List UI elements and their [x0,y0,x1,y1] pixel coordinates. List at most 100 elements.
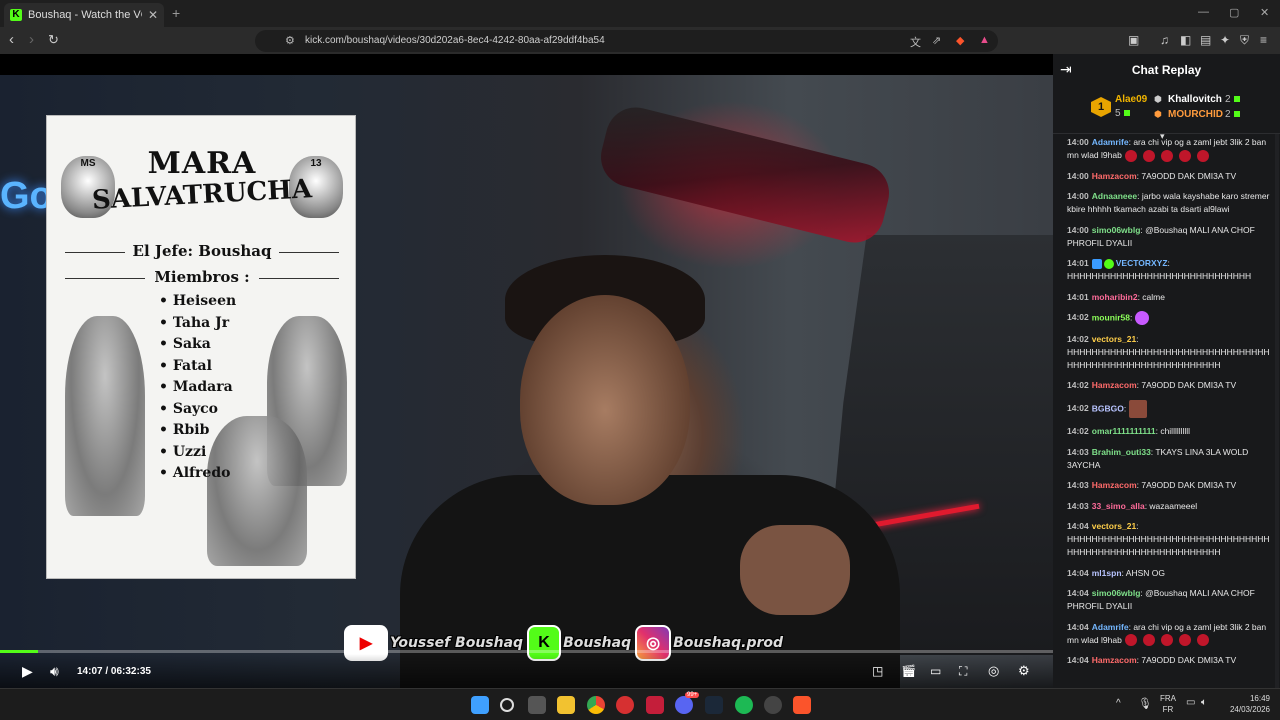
current-time: 14:07 [77,666,103,677]
video-player[interactable]: Go MS 13 MARA SALVATRUCHA El Jefe: Boush… [0,54,1053,688]
chat-header: ⇥ Chat Replay [1053,54,1280,84]
message-time: 14:02 [1067,380,1089,390]
play-icon[interactable]: ▶ [22,663,33,679]
network-icon[interactable]: ▭ [1186,697,1195,708]
miniplayer-icon[interactable]: ◳ [872,663,883,679]
message-username[interactable]: VECTORXYZ [1116,258,1168,268]
forward-icon[interactable]: › [29,32,34,48]
brave-rewards-icon[interactable]: ▲ [979,34,990,46]
address-bar[interactable]: ⚙ kick.com/boushaq/videos/30d202a6-8ec4-… [255,30,998,52]
message-username[interactable]: Adamrife [1092,622,1129,632]
wallet-icon[interactable]: ▤ [1200,33,1211,47]
settings-icon[interactable]: ⚙ [1018,663,1030,679]
speaker-icon[interactable]: 🔈︎ [1201,697,1207,708]
message-username[interactable]: Hamzacom [1092,655,1137,665]
leader-name[interactable]: Alae09 [1115,94,1147,105]
message-username[interactable]: BGBGO [1092,403,1124,413]
message-username[interactable]: Hamzacom [1092,380,1137,390]
emote-icon [1196,634,1209,647]
poster-member: Sayco [159,399,236,421]
video-progress-bar[interactable] [0,650,1053,653]
message-username[interactable]: mounir58 [1092,312,1130,322]
share-icon[interactable]: ⇗ [932,34,941,47]
language-bottom[interactable]: FR [1158,705,1178,714]
browser-tab-bar: K Boushaq - Watch the VOD on Ki ✕ + — ▢ … [0,0,1280,27]
message-text: : 7A9ODD DAK DMI3A TV [1136,655,1237,665]
menu-icon[interactable]: ≡ [1260,33,1267,47]
browser-nav-bar: ‹ › ↻ ⌑ ⚙ kick.com/boushaq/videos/30d202… [0,27,1280,54]
neon-sign: Go [0,175,53,217]
leader-name[interactable]: MOURCHID [1168,109,1223,120]
language-top[interactable]: FRA [1158,694,1178,703]
playback-speed-icon[interactable]: ◎ [988,663,999,679]
poster-member: Fatal [159,356,236,378]
message-username[interactable]: ml1spn [1092,568,1122,578]
message-time: 14:03 [1067,446,1089,457]
message-username[interactable]: omar1111111111 [1092,426,1156,436]
chat-message: 14:04 Hamzacom: 7A9ODD DAK DMI3A TV [1067,654,1272,667]
adobe-icon[interactable] [646,696,664,714]
chat-message: 14:04 ml1spn: AHSN OG [1067,567,1272,580]
clip-icon[interactable]: 🎬︎ [901,663,916,679]
clock-date[interactable]: 24/03/2026 [1220,705,1270,714]
message-username[interactable]: Adnaaneee [1092,191,1137,201]
search-icon[interactable] [500,698,514,712]
clock-time[interactable]: 16:49 [1220,694,1270,703]
kick-handle: Boushaq [563,635,632,651]
message-username[interactable]: moharibin2 [1092,292,1138,302]
chat-message: 14:00 Adnaaneee: jarbo wala kayshabe karo… [1067,190,1272,216]
spotify-icon[interactable] [735,696,753,714]
vpn-icon[interactable]: ⛨ [1240,33,1249,48]
chat-message: 14:02 vectors_21: HHHHHHHHHHHHHHHHHHHHHHH… [1067,333,1272,372]
maximize-icon[interactable]: ▢ [1229,6,1239,19]
opera-icon[interactable] [616,696,634,714]
message-username[interactable]: simo06wblg [1092,588,1141,598]
task-view-icon[interactable] [528,696,546,714]
media-icon[interactable]: ♫ [1160,33,1169,47]
message-username[interactable]: Hamzacom [1092,480,1137,490]
split-view-icon[interactable]: ◧ [1180,33,1191,47]
reload-icon[interactable]: ↻ [48,32,59,48]
theater-mode-icon[interactable]: ▭ [930,663,941,679]
fullscreen-icon[interactable]: ⛶ [959,663,967,679]
chat-message: 14:01 VECTORXYZ: HHHHHHHHHHHHHHHHHHHHHHHH… [1067,257,1272,283]
chrome-icon[interactable] [587,696,605,714]
obs-icon[interactable] [764,696,782,714]
tray-overflow-icon[interactable]: ^ [1116,698,1121,709]
leo-ai-icon[interactable]: ✦ [1220,33,1230,47]
volume-icon[interactable]: 🔊︎ [50,663,59,679]
message-username[interactable]: simo06wblg [1092,225,1141,235]
message-time: 14:02 [1067,312,1089,323]
brave-shields-icon[interactable]: ◆ [956,34,964,47]
image-emote-icon [1129,399,1148,418]
chat-message: 14:02 Hamzacom: 7A9ODD DAK DMI3A TV [1067,379,1272,392]
chat-panel: ⇥ Chat Replay 1 Alae09 5 ⬢ Khallovitch 2… [1053,54,1280,688]
sidebar-toggle-icon[interactable]: ▣ [1128,33,1139,47]
message-time: 14:01 [1067,258,1089,268]
message-username[interactable]: Brahim_outi33 [1092,447,1151,457]
translate-icon[interactable]: 文 [910,34,921,50]
site-info-icon[interactable]: ⚙ [285,34,295,47]
start-menu-icon[interactable] [471,696,489,714]
message-username[interactable]: Adamrife [1092,137,1129,147]
window-close-icon[interactable]: ✕ [1260,6,1269,19]
tab-close-icon[interactable]: ✕ [148,8,158,22]
message-username[interactable]: vectors_21 [1092,521,1136,531]
message-username[interactable]: vectors_21 [1092,334,1136,344]
message-username[interactable]: Hamzacom [1092,171,1137,181]
steam-icon[interactable] [705,696,723,714]
discord-icon[interactable] [675,696,693,714]
brave-icon[interactable] [793,696,811,714]
new-tab-button[interactable]: + [172,5,180,21]
chat-scrollbar[interactable] [1275,134,1279,688]
back-icon[interactable]: ‹ [9,32,14,48]
microphone-icon[interactable]: 🎙︎ [1138,697,1152,710]
url-text: kick.com/boushaq/videos/30d202a6-8ec4-42… [305,35,605,46]
minimize-icon[interactable]: — [1198,6,1209,18]
browser-tab[interactable]: K Boushaq - Watch the VOD on Ki ✕ [4,3,164,27]
leader-count: 2 [1225,109,1240,120]
message-username[interactable]: 33_simo_alla [1092,501,1145,511]
leader-name[interactable]: Khallovitch [1168,94,1222,105]
file-explorer-icon[interactable] [557,696,575,714]
tab-title: Boushaq - Watch the VOD on Ki [28,9,142,21]
